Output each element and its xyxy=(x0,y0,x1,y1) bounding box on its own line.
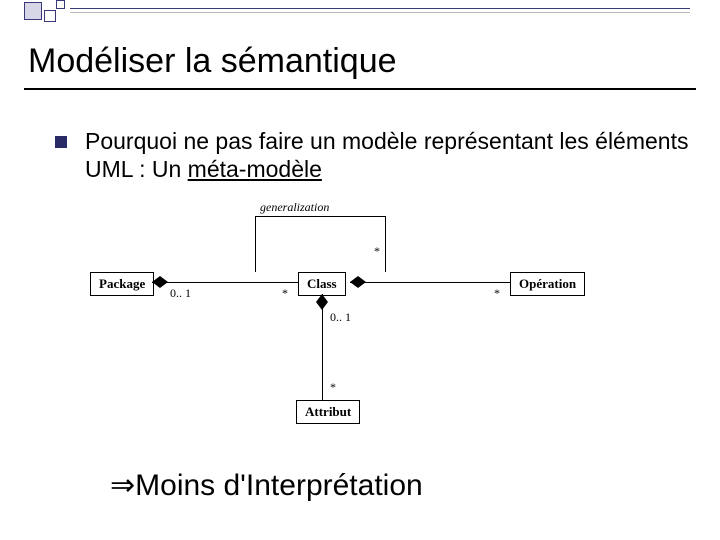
bullet-text-part1: Pourquoi ne pas faire un modèle représen… xyxy=(85,128,688,182)
uml-box-attribut: Attribut xyxy=(296,400,360,424)
mult-attr-zeroone: 0.. 1 xyxy=(330,310,351,325)
bullet-text-part2: méta-modèle xyxy=(188,156,322,182)
uml-box-operation: Opération xyxy=(510,272,585,296)
implies-arrow-icon: ⇒ xyxy=(110,469,135,502)
uml-box-class: Class xyxy=(298,272,346,296)
conclusion: ⇒Moins d'Interprétation xyxy=(110,468,423,503)
title-underline xyxy=(24,88,696,90)
mult-pkg-zeroone: 0.. 1 xyxy=(170,286,191,301)
conclusion-text: Moins d'Interprétation xyxy=(135,469,423,502)
composition-diamond-icon xyxy=(152,276,168,288)
composition-diamond-icon xyxy=(316,294,328,310)
bullet-marker-icon xyxy=(55,136,67,148)
generalization-label: generalization xyxy=(260,200,329,215)
slide-decoration xyxy=(0,0,720,28)
mult-pkg-star: * xyxy=(282,286,288,301)
bullet-text: Pourquoi ne pas faire un modèle représen… xyxy=(85,128,690,183)
mult-gen-star: * xyxy=(374,244,380,259)
mult-attr-star: * xyxy=(330,380,336,395)
composition-diamond-icon xyxy=(350,276,366,288)
bullet-item: Pourquoi ne pas faire un modèle représen… xyxy=(55,128,690,183)
mult-op-star: * xyxy=(494,286,500,301)
uml-box-package: Package xyxy=(90,272,154,296)
uml-diagram: generalization * Package Class Opération… xyxy=(90,210,630,440)
slide-title: Modéliser la sémantique xyxy=(28,42,397,81)
